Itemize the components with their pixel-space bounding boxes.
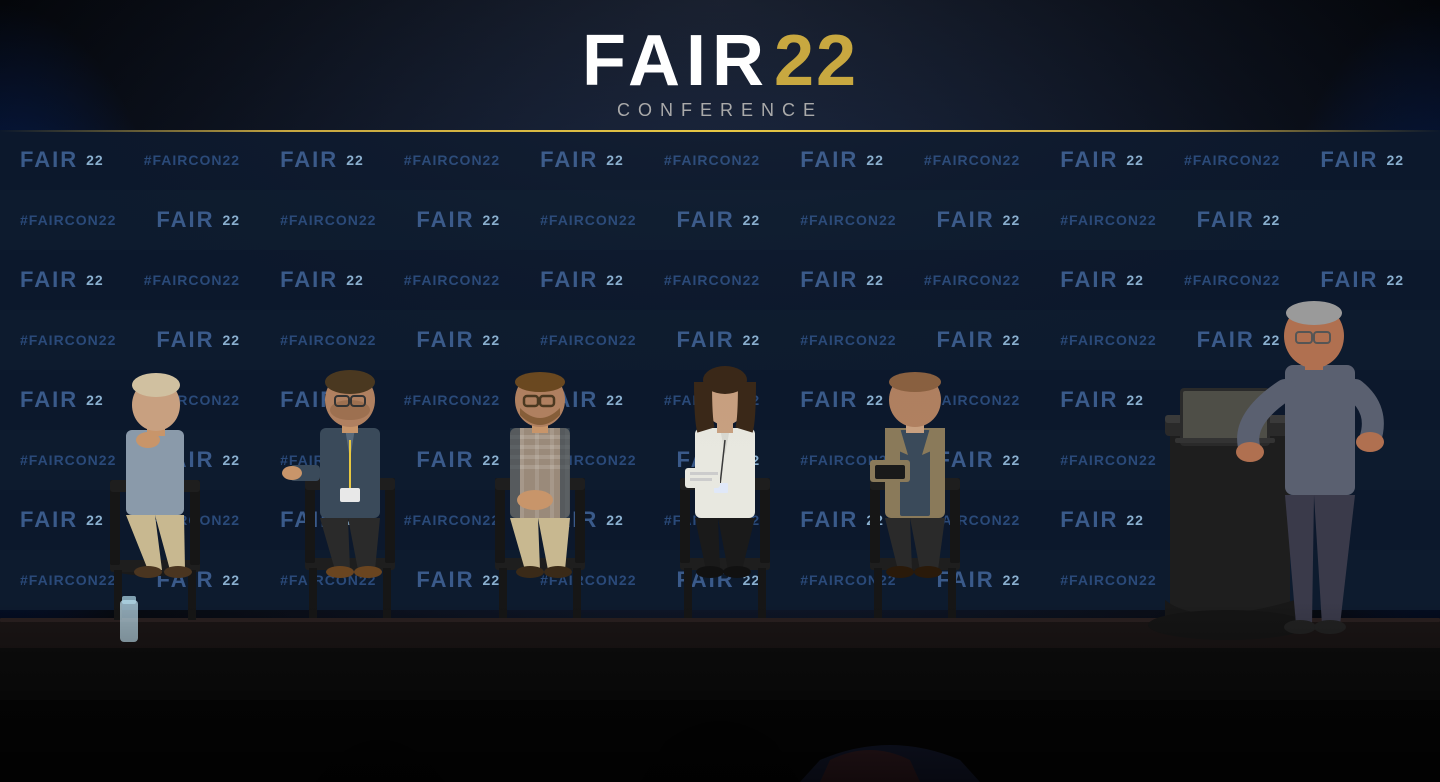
- conference-logo: FAIR 22 CONFERENCE: [582, 20, 858, 121]
- logo-year-text: 22: [774, 20, 858, 102]
- logo-conference-text: CONFERENCE: [582, 100, 858, 121]
- logo-fair-text: FAIR: [582, 25, 770, 97]
- conference-scene: FAIR22 #FAIRCON22 FAIR22 #FAIRCON22 FAIR…: [0, 0, 1440, 782]
